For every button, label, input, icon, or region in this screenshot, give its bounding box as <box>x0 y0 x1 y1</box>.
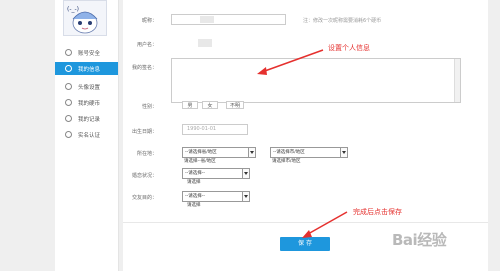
arrow-save <box>307 211 348 235</box>
baidu-watermark: Bai经验 <box>392 231 447 249</box>
arrowhead-save-icon <box>302 230 312 238</box>
arrowhead-signature-icon <box>257 67 267 75</box>
annotation-signature-tip: 设置个人信息 <box>328 44 370 52</box>
annotation-save-tip: 完成后点击保存 <box>353 208 402 216</box>
arrow-signature <box>261 49 324 73</box>
